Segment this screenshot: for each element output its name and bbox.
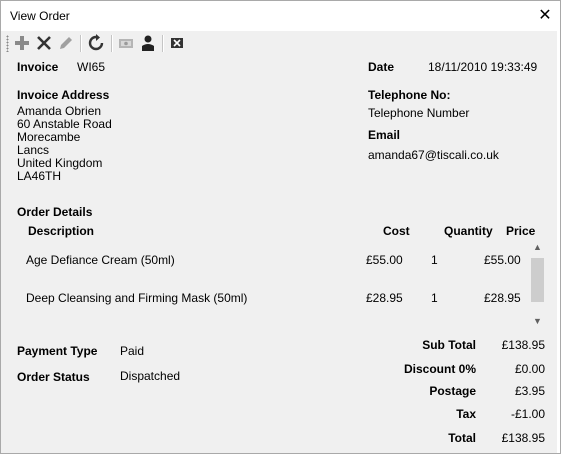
column-header-cost[interactable]: Cost	[383, 224, 410, 238]
total-value: £138.95	[501, 431, 545, 445]
row-description: Age Defiance Cream (50ml)	[26, 253, 175, 267]
order-status-label: Order Status	[17, 370, 90, 384]
customer-icon[interactable]	[139, 34, 157, 52]
row-quantity: 1	[431, 253, 438, 267]
row-price: £28.95	[484, 291, 521, 305]
order-status-value: Dispatched	[120, 369, 181, 383]
row-cost: £55.00	[366, 253, 403, 267]
invoice-address: Amanda Obrien 60 Anstable Road Morecambe…	[17, 105, 112, 183]
telephone-value: Telephone Number	[368, 106, 470, 120]
add-icon[interactable]	[13, 34, 31, 52]
payment-type-value: Paid	[120, 344, 145, 358]
invoice-address-label: Invoice Address	[17, 88, 110, 102]
invoice-value: WI65	[77, 60, 106, 74]
email-label: Email	[368, 128, 401, 142]
order-details-label: Order Details	[17, 205, 93, 219]
scroll-thumb[interactable]	[531, 258, 544, 302]
date-label: Date	[368, 60, 395, 74]
window-close-button[interactable]: ✕	[530, 1, 560, 31]
toolbar-separator	[162, 35, 164, 52]
discount-value: £0.00	[514, 362, 545, 376]
title-bar: View Order ✕	[1, 1, 560, 31]
delete-icon[interactable]	[35, 34, 53, 52]
view-order-window: View Order ✕ Invoice WI65 Date 18/11/201…	[0, 0, 561, 454]
edit-icon[interactable]	[57, 34, 75, 52]
total-label: Total	[448, 431, 476, 445]
row-price: £55.00	[484, 253, 521, 267]
scroll-down-icon[interactable]: ▼	[529, 314, 546, 329]
tax-label: Tax	[456, 407, 476, 421]
column-header-description[interactable]: Description	[28, 224, 94, 238]
date-value: 18/11/2010 19:33:49	[428, 60, 538, 74]
toolbar-separator	[111, 35, 113, 52]
payment-type-label: Payment Type	[17, 344, 98, 358]
close-form-icon[interactable]	[168, 34, 186, 52]
toolbar	[1, 31, 560, 56]
scroll-up-icon[interactable]: ▲	[529, 240, 546, 255]
toolbar-separator	[80, 35, 82, 52]
tax-value: -£1.00	[510, 407, 545, 421]
invoice-label: Invoice	[17, 60, 59, 74]
discount-label: Discount 0%	[403, 362, 476, 376]
refresh-icon[interactable]	[87, 34, 105, 52]
sub-total-label: Sub Total	[422, 338, 476, 352]
toolbar-grip-icon[interactable]	[6, 35, 9, 52]
postage-label: Postage	[429, 384, 476, 398]
order-lines-scrollbar[interactable]: ▲ ▼	[529, 240, 546, 329]
row-cost: £28.95	[366, 291, 403, 305]
column-header-price[interactable]: Price	[506, 224, 535, 238]
email-value: amanda67@tiscali.co.uk	[368, 148, 499, 162]
row-quantity: 1	[431, 291, 438, 305]
row-description: Deep Cleansing and Firming Mask (50ml)	[26, 291, 248, 305]
address-line: LA46TH	[17, 169, 62, 183]
payment-icon[interactable]	[117, 34, 135, 52]
telephone-label: Telephone No:	[368, 88, 451, 102]
postage-value: £3.95	[514, 384, 545, 398]
column-header-quantity[interactable]: Quantity	[444, 224, 493, 238]
form-scroll-edge	[557, 31, 560, 453]
window-title: View Order	[10, 9, 70, 23]
sub-total-value: £138.95	[501, 338, 545, 352]
